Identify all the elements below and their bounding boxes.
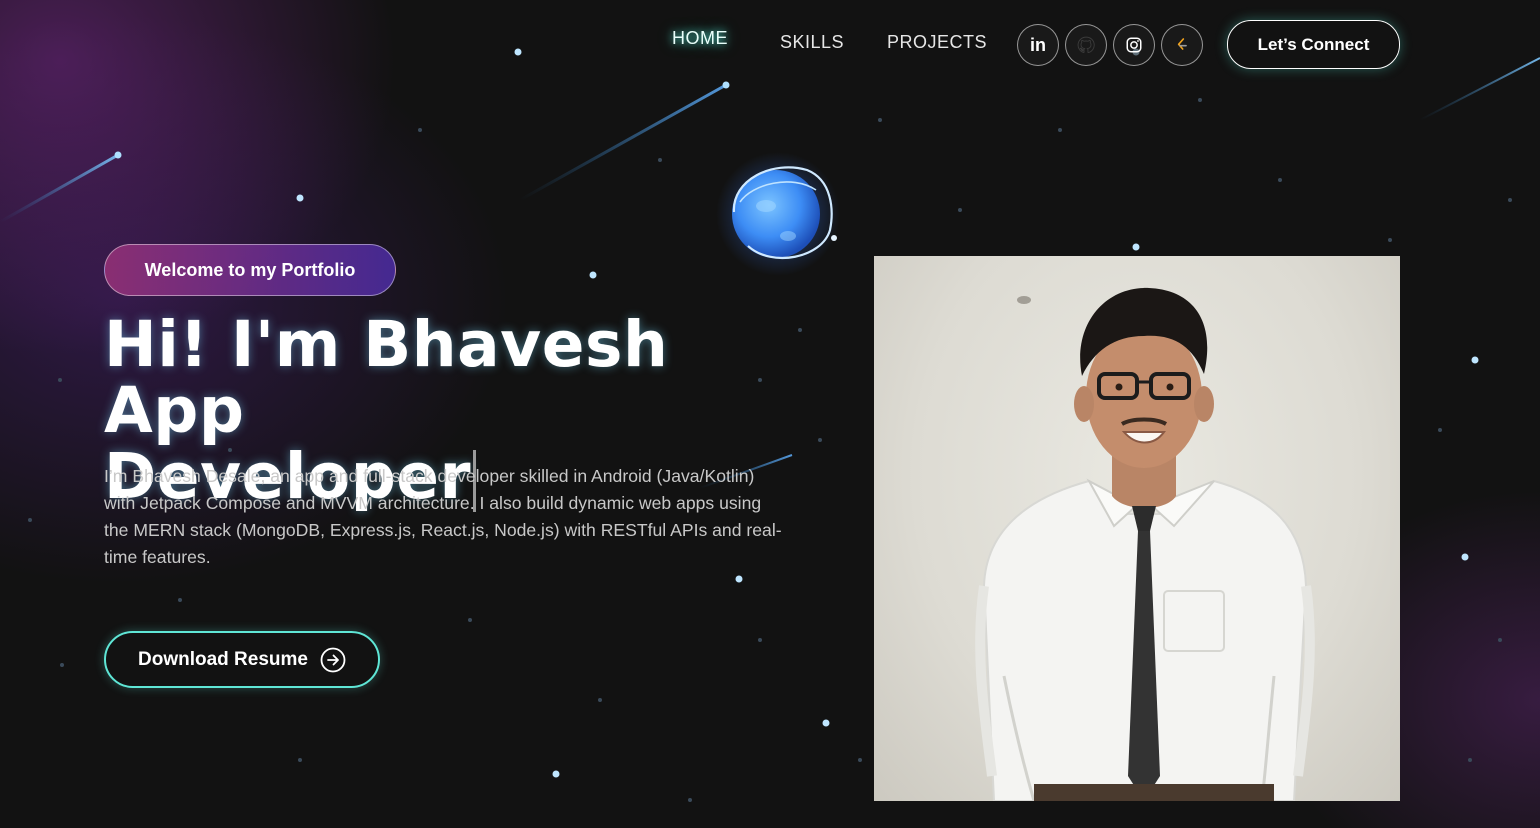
instagram-icon bbox=[1126, 37, 1142, 53]
shooting-star bbox=[1419, 57, 1540, 121]
leetcode-link[interactable] bbox=[1161, 24, 1203, 66]
social-links: in bbox=[1017, 24, 1203, 66]
nav-link-projects[interactable]: PROJECTS bbox=[887, 32, 987, 53]
arrow-right-circle-icon bbox=[320, 647, 346, 672]
shooting-star bbox=[0, 153, 119, 224]
download-resume-label: Download Resume bbox=[138, 648, 308, 670]
linkedin-link[interactable]: in bbox=[1017, 24, 1059, 66]
leetcode-icon bbox=[1177, 38, 1187, 50]
github-icon bbox=[1077, 36, 1095, 54]
nav-link-home[interactable]: HOME bbox=[672, 28, 728, 49]
instagram-link[interactable] bbox=[1113, 24, 1155, 66]
welcome-badge: Welcome to my Portfolio bbox=[104, 244, 396, 296]
planet-illustration bbox=[716, 152, 840, 276]
download-resume-button[interactable]: Download Resume bbox=[104, 631, 380, 688]
shooting-star bbox=[519, 83, 727, 202]
github-link[interactable] bbox=[1065, 24, 1107, 66]
hero-description: I’m Bhavesh Desale, an app and full-stac… bbox=[104, 466, 782, 567]
profile-photo bbox=[874, 256, 1400, 801]
profile-person-illustration bbox=[975, 287, 1315, 801]
linkedin-icon: in bbox=[1030, 34, 1046, 55]
welcome-badge-text: Welcome to my Portfolio bbox=[144, 259, 356, 280]
nav-link-skills[interactable]: SKILLS bbox=[780, 32, 844, 53]
lets-connect-button[interactable]: Let’s Connect bbox=[1227, 20, 1400, 69]
navbar: HOME SKILLS PROJECTS in Let’s Connect bbox=[0, 10, 1540, 69]
portfolio-page: HOME SKILLS PROJECTS in Let’s Connect We… bbox=[0, 0, 1540, 828]
hero-title-line1: Hi! I'm Bhavesh App bbox=[104, 308, 669, 447]
